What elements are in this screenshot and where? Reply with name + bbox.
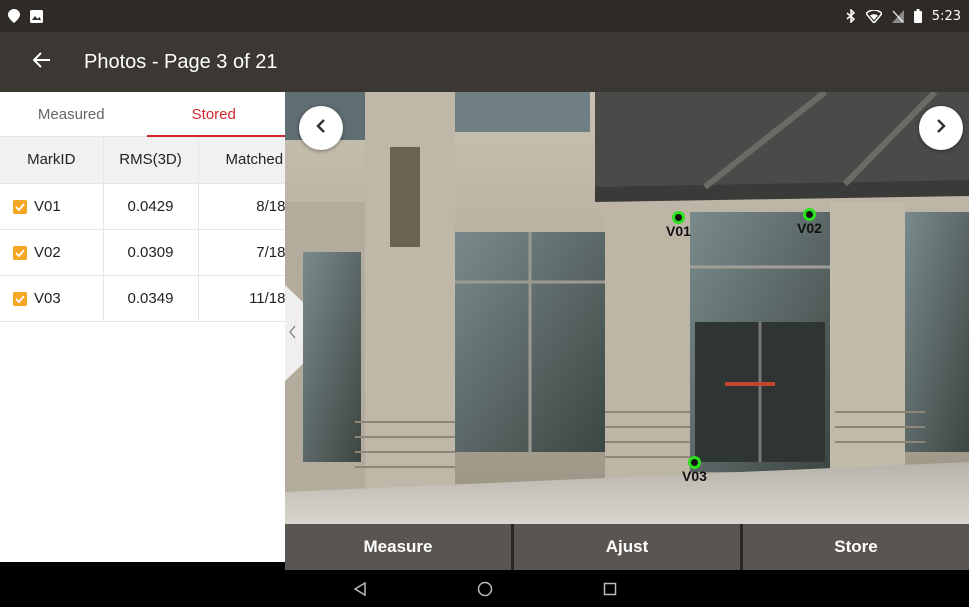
bluetooth-icon — [846, 9, 856, 23]
marks-table: MarkID RMS(3D) Matched V01 0.0429 8/18 V… — [0, 137, 285, 322]
measure-button[interactable]: Measure — [285, 524, 511, 570]
image-icon — [30, 9, 43, 23]
cell-rms: 0.0309 — [103, 229, 199, 276]
tab-measured[interactable]: Measured — [0, 92, 143, 136]
next-photo-button[interactable] — [919, 106, 963, 150]
mark-id: V02 — [34, 243, 61, 261]
mark-id: V03 — [34, 289, 61, 307]
marker-v01[interactable]: V01 — [666, 211, 691, 239]
column-header-rms[interactable]: RMS(3D) — [103, 137, 199, 184]
marker-label: V02 — [797, 220, 822, 236]
chevron-left-small-icon — [289, 324, 296, 343]
cell-markid: V03 — [0, 275, 104, 322]
adjust-button[interactable]: Ajust — [514, 524, 740, 570]
nav-home-icon[interactable] — [477, 581, 493, 597]
marker-v03[interactable]: V03 — [682, 456, 707, 484]
table-header-row: MarkID RMS(3D) Matched — [0, 137, 285, 184]
no-sim-icon — [891, 9, 904, 23]
marker-v02[interactable]: V02 — [797, 208, 822, 236]
chevron-right-icon — [935, 118, 947, 138]
chevron-left-icon — [315, 118, 327, 138]
row-checkbox[interactable] — [13, 199, 27, 214]
tab-bar: Measured Stored — [0, 92, 285, 137]
status-bar: 5:23 — [0, 0, 969, 32]
mark-id: V01 — [34, 197, 61, 215]
row-checkbox[interactable] — [13, 291, 27, 306]
location-pin-icon — [8, 9, 20, 23]
nav-recents-icon[interactable] — [603, 582, 617, 596]
nav-back-icon[interactable] — [353, 581, 367, 596]
system-nav-bar — [0, 570, 969, 607]
cell-markid: V01 — [0, 183, 104, 230]
row-checkbox[interactable] — [13, 245, 27, 260]
tab-stored[interactable]: Stored — [143, 92, 285, 137]
arrow-left-icon — [32, 52, 51, 72]
wifi-icon — [865, 9, 882, 23]
cell-matched: 8/18 — [198, 183, 285, 230]
marker-label: V01 — [666, 223, 691, 239]
marker-label: V03 — [682, 468, 707, 484]
cell-matched: 11/18 — [198, 275, 285, 322]
action-bar: Measure Ajust Store — [285, 524, 969, 570]
photo-view[interactable]: V01 V02 V03 — [285, 92, 969, 524]
cell-matched: 7/18 — [198, 229, 285, 276]
column-header-markid[interactable]: MarkID — [0, 137, 104, 184]
table-row[interactable]: V03 0.0349 11/18 — [0, 275, 285, 322]
battery-icon — [913, 9, 922, 23]
cell-rms: 0.0349 — [103, 275, 199, 322]
building-photo — [285, 92, 969, 524]
marks-panel: Measured Stored MarkID RMS(3D) Matched V… — [0, 92, 285, 562]
page-title: Photos - Page 3 of 21 — [84, 50, 278, 73]
status-time: 5:23 — [931, 8, 961, 24]
table-row[interactable]: V02 0.0309 7/18 — [0, 229, 285, 276]
store-button[interactable]: Store — [743, 524, 969, 570]
app-bar: Photos - Page 3 of 21 — [0, 32, 969, 92]
cell-markid: V02 — [0, 229, 104, 276]
cell-rms: 0.0429 — [103, 183, 199, 230]
prev-photo-button[interactable] — [299, 106, 343, 150]
column-header-matched[interactable]: Matched — [198, 137, 285, 184]
back-button[interactable] — [18, 38, 66, 86]
table-row[interactable]: V01 0.0429 8/18 — [0, 183, 285, 230]
